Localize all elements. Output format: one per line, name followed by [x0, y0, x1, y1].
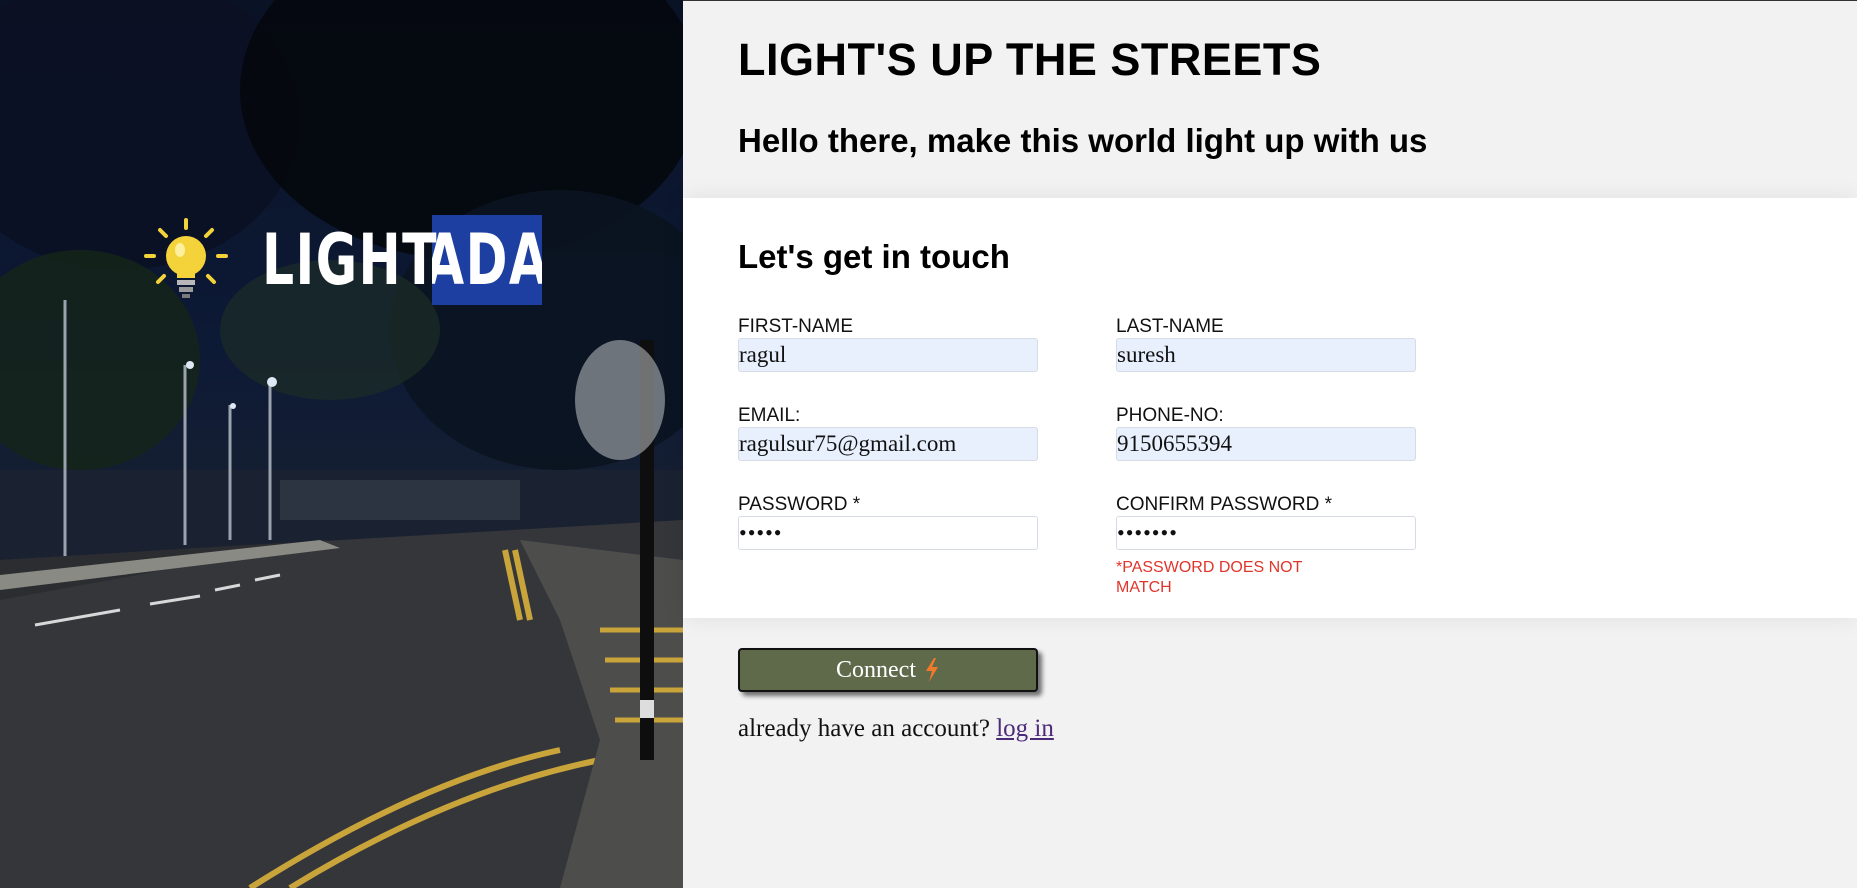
confirm-password-input[interactable]: [1116, 516, 1416, 550]
login-prompt: already have an account? log in: [738, 715, 1054, 743]
signup-panel: LIGHT'S UP THE STREETS Hello there, make…: [683, 0, 1857, 888]
last-name-field-group: LAST-NAME: [1116, 316, 1416, 372]
logo-word-ada: ADA: [432, 215, 542, 305]
password-field-group: PASSWORD *: [738, 494, 1038, 550]
form-heading: Let's get in touch: [738, 238, 1010, 275]
night-street-image: [0, 0, 683, 888]
phone-label: PHONE-NO:: [1116, 405, 1224, 426]
first-name-input[interactable]: [738, 338, 1038, 372]
hero-image-panel: LIGHT ADA: [0, 0, 683, 888]
page-subtitle: Hello there, make this world light up wi…: [738, 122, 1428, 159]
light-ada-logo: LIGHT ADA: [140, 214, 542, 306]
email-label: EMAIL:: [738, 405, 801, 426]
email-input[interactable]: [738, 427, 1038, 461]
login-link[interactable]: log in: [996, 715, 1054, 742]
password-input[interactable]: [738, 516, 1038, 550]
lightning-bolt-icon: [925, 658, 938, 682]
password-label: PASSWORD *: [738, 494, 861, 515]
confirm-password-label: CONFIRM PASSWORD *: [1116, 494, 1333, 515]
signup-form: Let's get in touch FIRST-NAME LAST-NAME …: [683, 198, 1857, 618]
last-name-label: LAST-NAME: [1116, 316, 1224, 337]
first-name-label: FIRST-NAME: [738, 316, 854, 337]
email-field-group: EMAIL:: [738, 405, 1038, 461]
phone-field-group: PHONE-NO:: [1116, 405, 1416, 461]
password-mismatch-error: *PASSWORD DOES NOT MATCH: [1116, 559, 1303, 596]
logo-word-ada-text: ADA: [432, 219, 542, 301]
confirm-password-field-group: CONFIRM PASSWORD *: [1116, 494, 1416, 550]
connect-button-label: Connect: [836, 656, 916, 683]
page-title: LIGHT'S UP THE STREETS: [738, 34, 1322, 85]
connect-button[interactable]: Connect: [738, 648, 1038, 692]
first-name-field-group: FIRST-NAME: [738, 316, 1038, 372]
phone-input[interactable]: [1116, 427, 1416, 461]
login-prompt-text: already have an account?: [738, 715, 990, 742]
lightbulb-icon: [144, 218, 228, 298]
last-name-input[interactable]: [1116, 338, 1416, 372]
top-divider: [683, 0, 1857, 1]
logo-word-light: LIGHT: [262, 219, 439, 301]
